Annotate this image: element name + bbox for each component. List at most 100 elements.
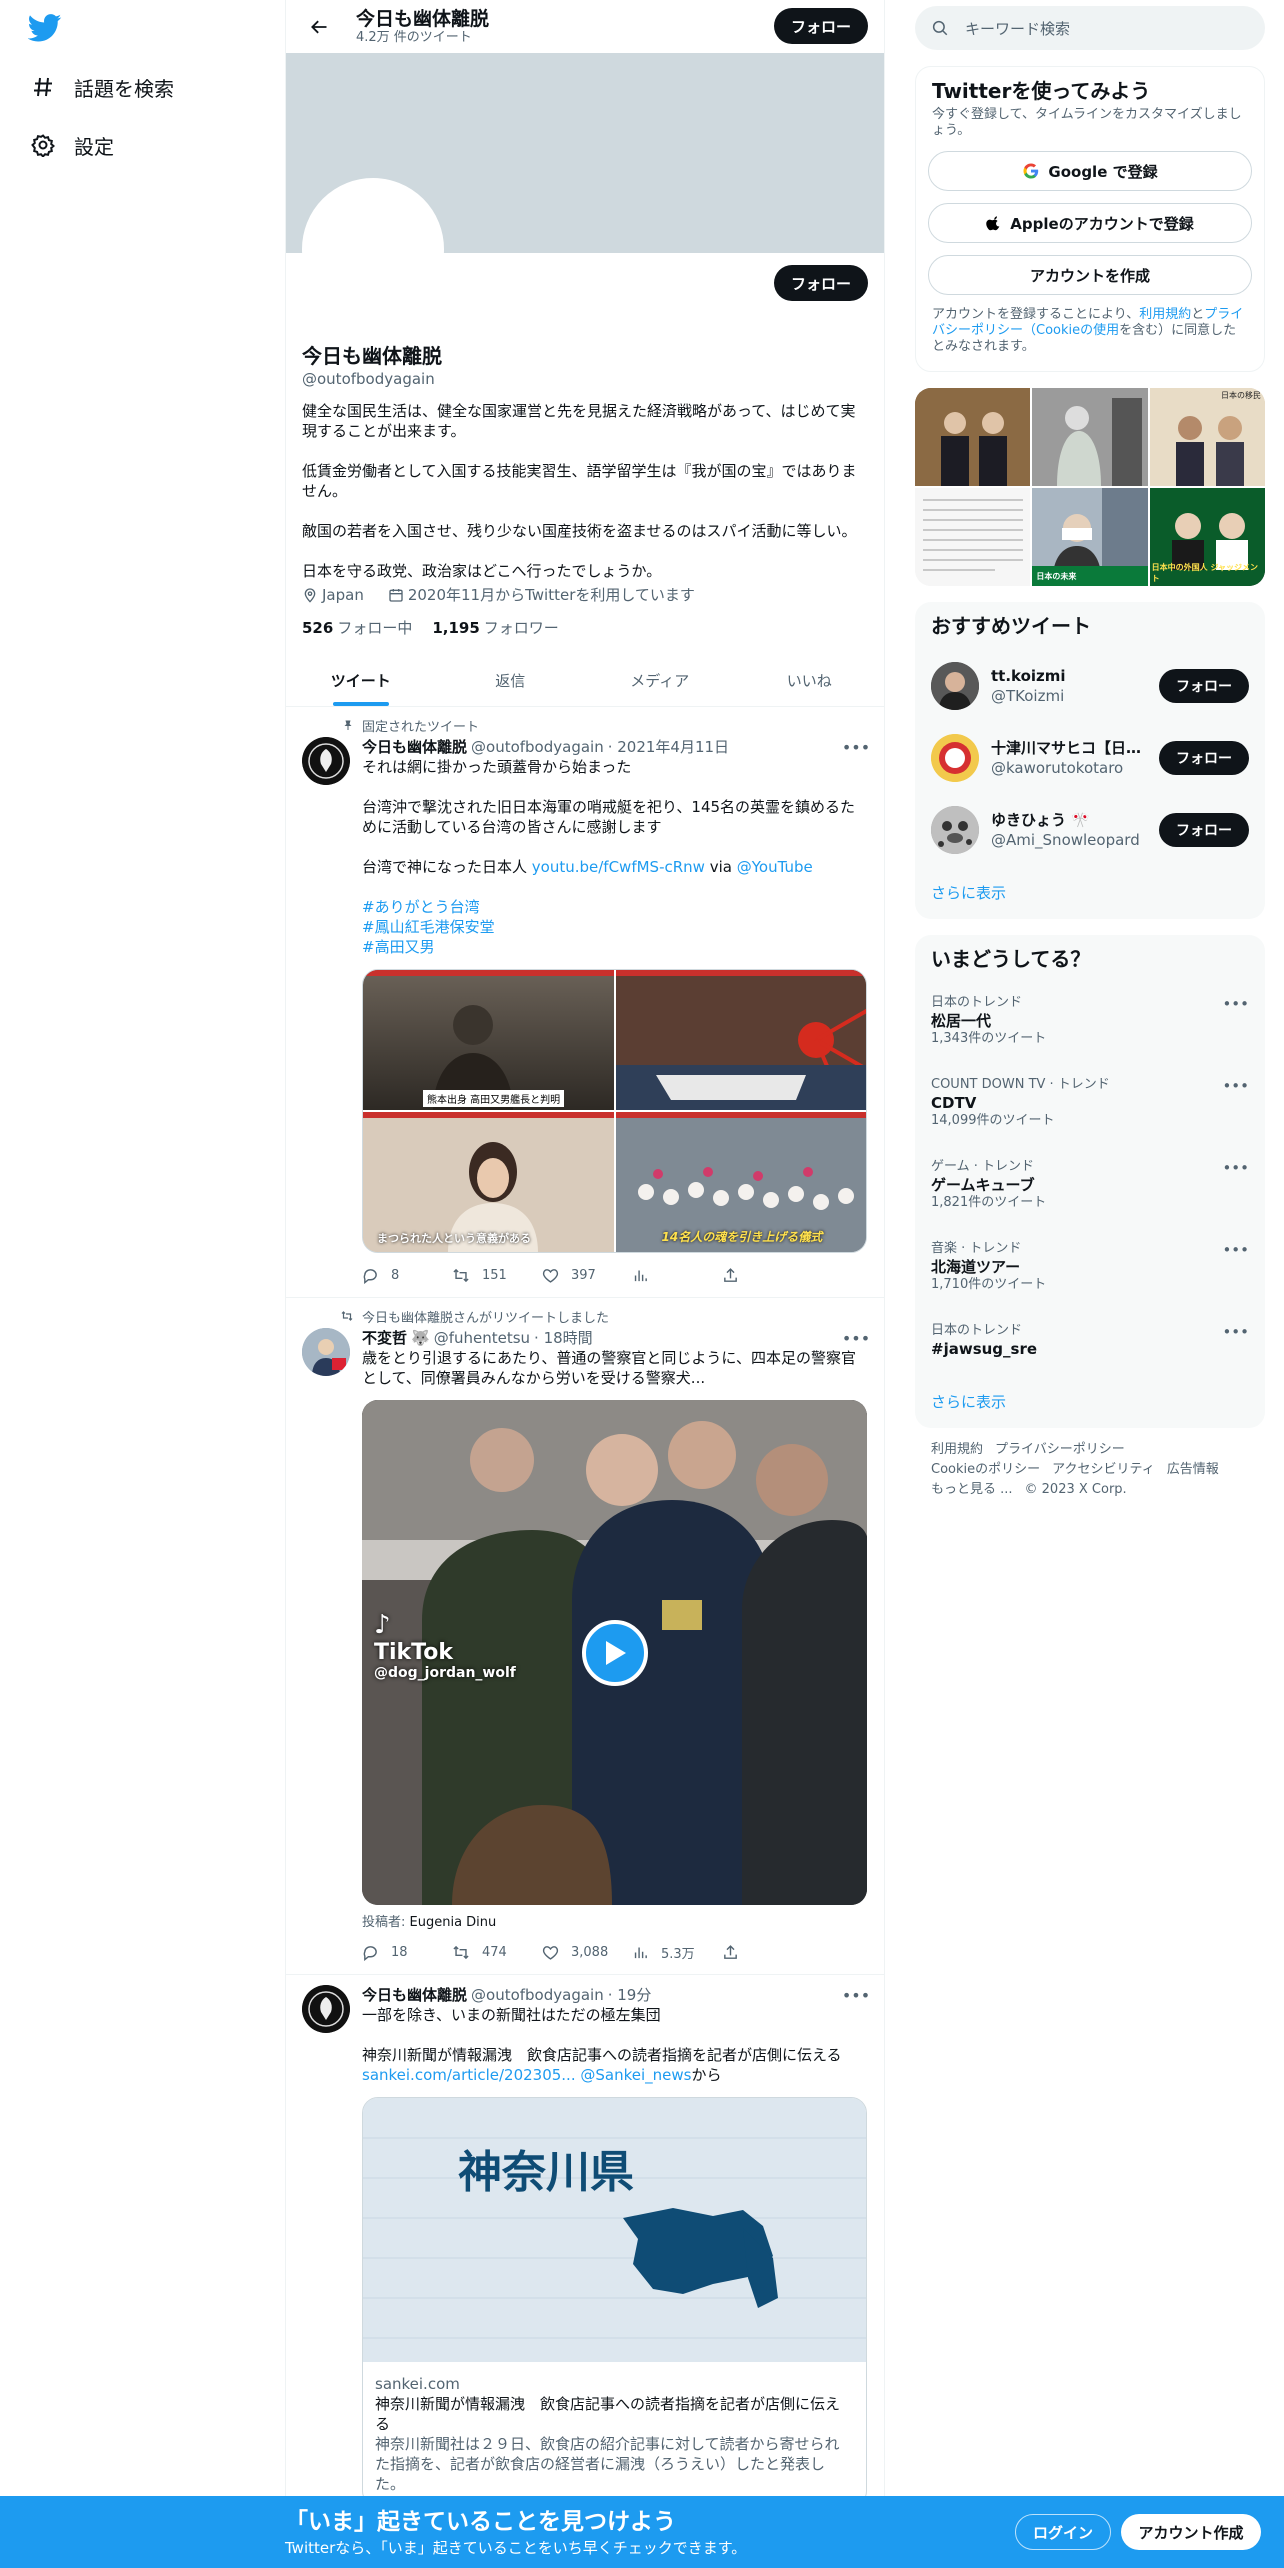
- reply-button[interactable]: 18: [362, 1944, 452, 1961]
- views-button[interactable]: 5.3万: [632, 1943, 722, 1962]
- tab-replies[interactable]: 返信: [436, 654, 586, 706]
- more-options-icon[interactable]: •••: [1222, 1323, 1249, 1341]
- create-account-button[interactable]: アカウントを作成: [928, 255, 1252, 295]
- tweet-pinned[interactable]: 固定されたツイート ••• 今日も幽体離脱 @outofbodyagain · …: [286, 707, 884, 1298]
- tweet-retweet[interactable]: 今日も幽体離脱さんがリツイートしました ••• 不変哲 🐺 @fuhentets…: [286, 1298, 884, 1975]
- followers-link[interactable]: 1,195 フォロワー: [432, 617, 558, 638]
- share-button[interactable]: [722, 1944, 812, 1961]
- tab-likes[interactable]: いいね: [735, 654, 885, 706]
- tweet-author-handle[interactable]: @outofbodyagain: [471, 737, 604, 757]
- tweet-mention[interactable]: @Sankei_news: [580, 2066, 691, 2084]
- media-thumb[interactable]: 日本の移民: [1149, 388, 1265, 486]
- nav-explore[interactable]: 話題を検索: [28, 67, 174, 107]
- media-photo[interactable]: 熊本出身 高田又男艦長と判明: [363, 970, 614, 1110]
- login-button[interactable]: ログイン: [1015, 2514, 1111, 2550]
- tweet-avatar[interactable]: [302, 1985, 350, 2033]
- hashtag-link[interactable]: #鳳山紅毛港保安堂: [362, 918, 495, 936]
- media-photo[interactable]: まつられた人という意義がある: [363, 1112, 614, 1252]
- tweet-latest[interactable]: ••• 今日も幽体離脱 @outofbodyagain · 19分 一部を除き、…: [286, 1975, 884, 2519]
- user-avatar[interactable]: [931, 806, 979, 854]
- tweet-author-name[interactable]: 今日も幽体離脱: [362, 737, 467, 757]
- media-thumb[interactable]: [915, 488, 1031, 586]
- media-thumb[interactable]: 日本の未来: [1032, 488, 1148, 586]
- retweet-button[interactable]: 151: [452, 1267, 542, 1284]
- recommended-user[interactable]: tt.koizmi @TKoizmi フォロー: [915, 650, 1265, 722]
- retweet-button[interactable]: 474: [452, 1944, 542, 1961]
- follow-button[interactable]: フォロー: [1159, 813, 1249, 847]
- media-photo[interactable]: [615, 970, 866, 1110]
- back-arrow-icon[interactable]: [302, 10, 336, 44]
- google-signup-button[interactable]: Google で登録: [928, 151, 1252, 191]
- trend-item[interactable]: 日本のトレンド 松居一代 1,343件のツイート •••: [915, 983, 1265, 1065]
- tweet-mention[interactable]: @YouTube: [737, 858, 813, 876]
- footer-link[interactable]: 利用規約: [931, 1442, 983, 1457]
- play-icon[interactable]: [582, 1620, 648, 1686]
- tab-tweets[interactable]: ツイート: [286, 654, 436, 706]
- like-button[interactable]: 397: [542, 1267, 632, 1284]
- hashtag-link[interactable]: #高田又男: [362, 938, 435, 956]
- tweet-timestamp[interactable]: · 2021年4月11日: [608, 737, 729, 757]
- tweet-author-handle[interactable]: @fuhentetsu: [434, 1328, 530, 1348]
- analytics-button[interactable]: [632, 1267, 722, 1284]
- following-link[interactable]: 526 フォロー中: [302, 617, 412, 638]
- signup-button[interactable]: アカウント作成: [1121, 2514, 1261, 2550]
- profile-avatar[interactable]: [302, 178, 444, 320]
- tweet-avatar[interactable]: [302, 737, 350, 785]
- tweet-timestamp[interactable]: · 19分: [608, 1985, 652, 2005]
- footer-link[interactable]: もっと見る ...: [931, 1482, 1013, 1497]
- poster-name[interactable]: Eugenia Dinu: [410, 1915, 497, 1930]
- footer-link[interactable]: 広告情報: [1167, 1462, 1219, 1477]
- header-follow-button[interactable]: フォロー: [774, 8, 868, 44]
- nav-settings[interactable]: 設定: [28, 125, 114, 165]
- follow-button[interactable]: フォロー: [1159, 669, 1249, 703]
- footer-link[interactable]: プライバシーポリシー: [995, 1442, 1125, 1457]
- twitter-logo-icon[interactable]: [27, 14, 62, 44]
- reply-button[interactable]: 8: [362, 1267, 452, 1284]
- recommended-user[interactable]: 十津川マサヒコ【日… @kaworutokotaro フォロー: [915, 722, 1265, 794]
- more-options-icon[interactable]: •••: [1222, 1077, 1249, 1095]
- show-more-link[interactable]: さらに表示: [915, 1375, 1265, 1428]
- link-card[interactable]: 神奈川県 sankei.com 神奈川新聞が情報漏洩 飲食店記事への読者指摘を記…: [362, 2097, 867, 2507]
- search-box[interactable]: キーワード検索: [915, 6, 1265, 50]
- more-options-icon[interactable]: •••: [842, 1328, 870, 1348]
- trend-item[interactable]: 音楽 · トレンド 北海道ツアー 1,710件のツイート •••: [915, 1229, 1265, 1311]
- more-options-icon[interactable]: •••: [1222, 995, 1249, 1013]
- tweet-timestamp[interactable]: · 18時間: [534, 1328, 593, 1348]
- cookie-link[interactable]: （Cookieの使用: [1023, 323, 1119, 338]
- tweet-author-name[interactable]: 不変哲: [362, 1328, 407, 1348]
- tweet-video[interactable]: ♪ TikTok @dog_jordan_wolf: [362, 1400, 867, 1905]
- tweet-avatar[interactable]: [302, 1328, 350, 1376]
- trend-item[interactable]: COUNT DOWN TV · トレンド CDTV 14,099件のツイート •…: [915, 1065, 1265, 1147]
- share-button[interactable]: [722, 1267, 812, 1284]
- tweet-line: 歳をとり引退するにあたり、普通の警察官と同じように、四本足の警察官として、同僚署…: [362, 1349, 856, 1387]
- more-options-icon[interactable]: •••: [842, 1985, 870, 2005]
- tweet-link[interactable]: youtu.be/fCwfMS-cRnw: [532, 858, 705, 876]
- hashtag-link[interactable]: #ありがとう台湾: [362, 898, 480, 916]
- show-more-link[interactable]: さらに表示: [915, 866, 1265, 919]
- tweet-author-name[interactable]: 今日も幽体離脱: [362, 1985, 467, 2005]
- recommended-user[interactable]: ゆきひょう 🎌 @Ami_Snowleopard フォロー: [915, 794, 1265, 866]
- tweet-author-handle[interactable]: @outofbodyagain: [471, 1985, 604, 2005]
- like-button[interactable]: 3,088: [542, 1944, 632, 1961]
- footer-link[interactable]: アクセシビリティ: [1052, 1462, 1155, 1477]
- media-thumb[interactable]: 日本中の外国人 ジャッジメント: [1149, 488, 1265, 586]
- terms-link[interactable]: 利用規約: [1139, 307, 1191, 322]
- footer-link[interactable]: Cookieのポリシー: [931, 1462, 1040, 1477]
- tweet-context-text[interactable]: 今日も幽体離脱さんがリツイートしました: [362, 1307, 609, 1326]
- apple-signup-button[interactable]: Appleのアカウントで登録: [928, 203, 1252, 243]
- tweet-link[interactable]: sankei.com/article/202305...: [362, 2066, 576, 2084]
- user-avatar[interactable]: [931, 662, 979, 710]
- search-input[interactable]: キーワード検索: [965, 18, 1070, 39]
- tab-media[interactable]: メディア: [585, 654, 735, 706]
- media-thumb[interactable]: [1032, 388, 1148, 486]
- media-photo[interactable]: 14名人の魂を引き上げる儀式: [615, 1112, 866, 1252]
- follow-button[interactable]: フォロー: [1159, 741, 1249, 775]
- trend-item[interactable]: ゲーム · トレンド ゲームキューブ 1,821件のツイート •••: [915, 1147, 1265, 1229]
- user-avatar[interactable]: [931, 734, 979, 782]
- more-options-icon[interactable]: •••: [842, 737, 870, 757]
- profile-follow-button[interactable]: フォロー: [774, 265, 868, 301]
- media-thumb[interactable]: [915, 388, 1031, 486]
- more-options-icon[interactable]: •••: [1222, 1159, 1249, 1177]
- trend-item[interactable]: 日本のトレンド #jawsug_sre •••: [915, 1311, 1265, 1375]
- more-options-icon[interactable]: •••: [1222, 1241, 1249, 1259]
